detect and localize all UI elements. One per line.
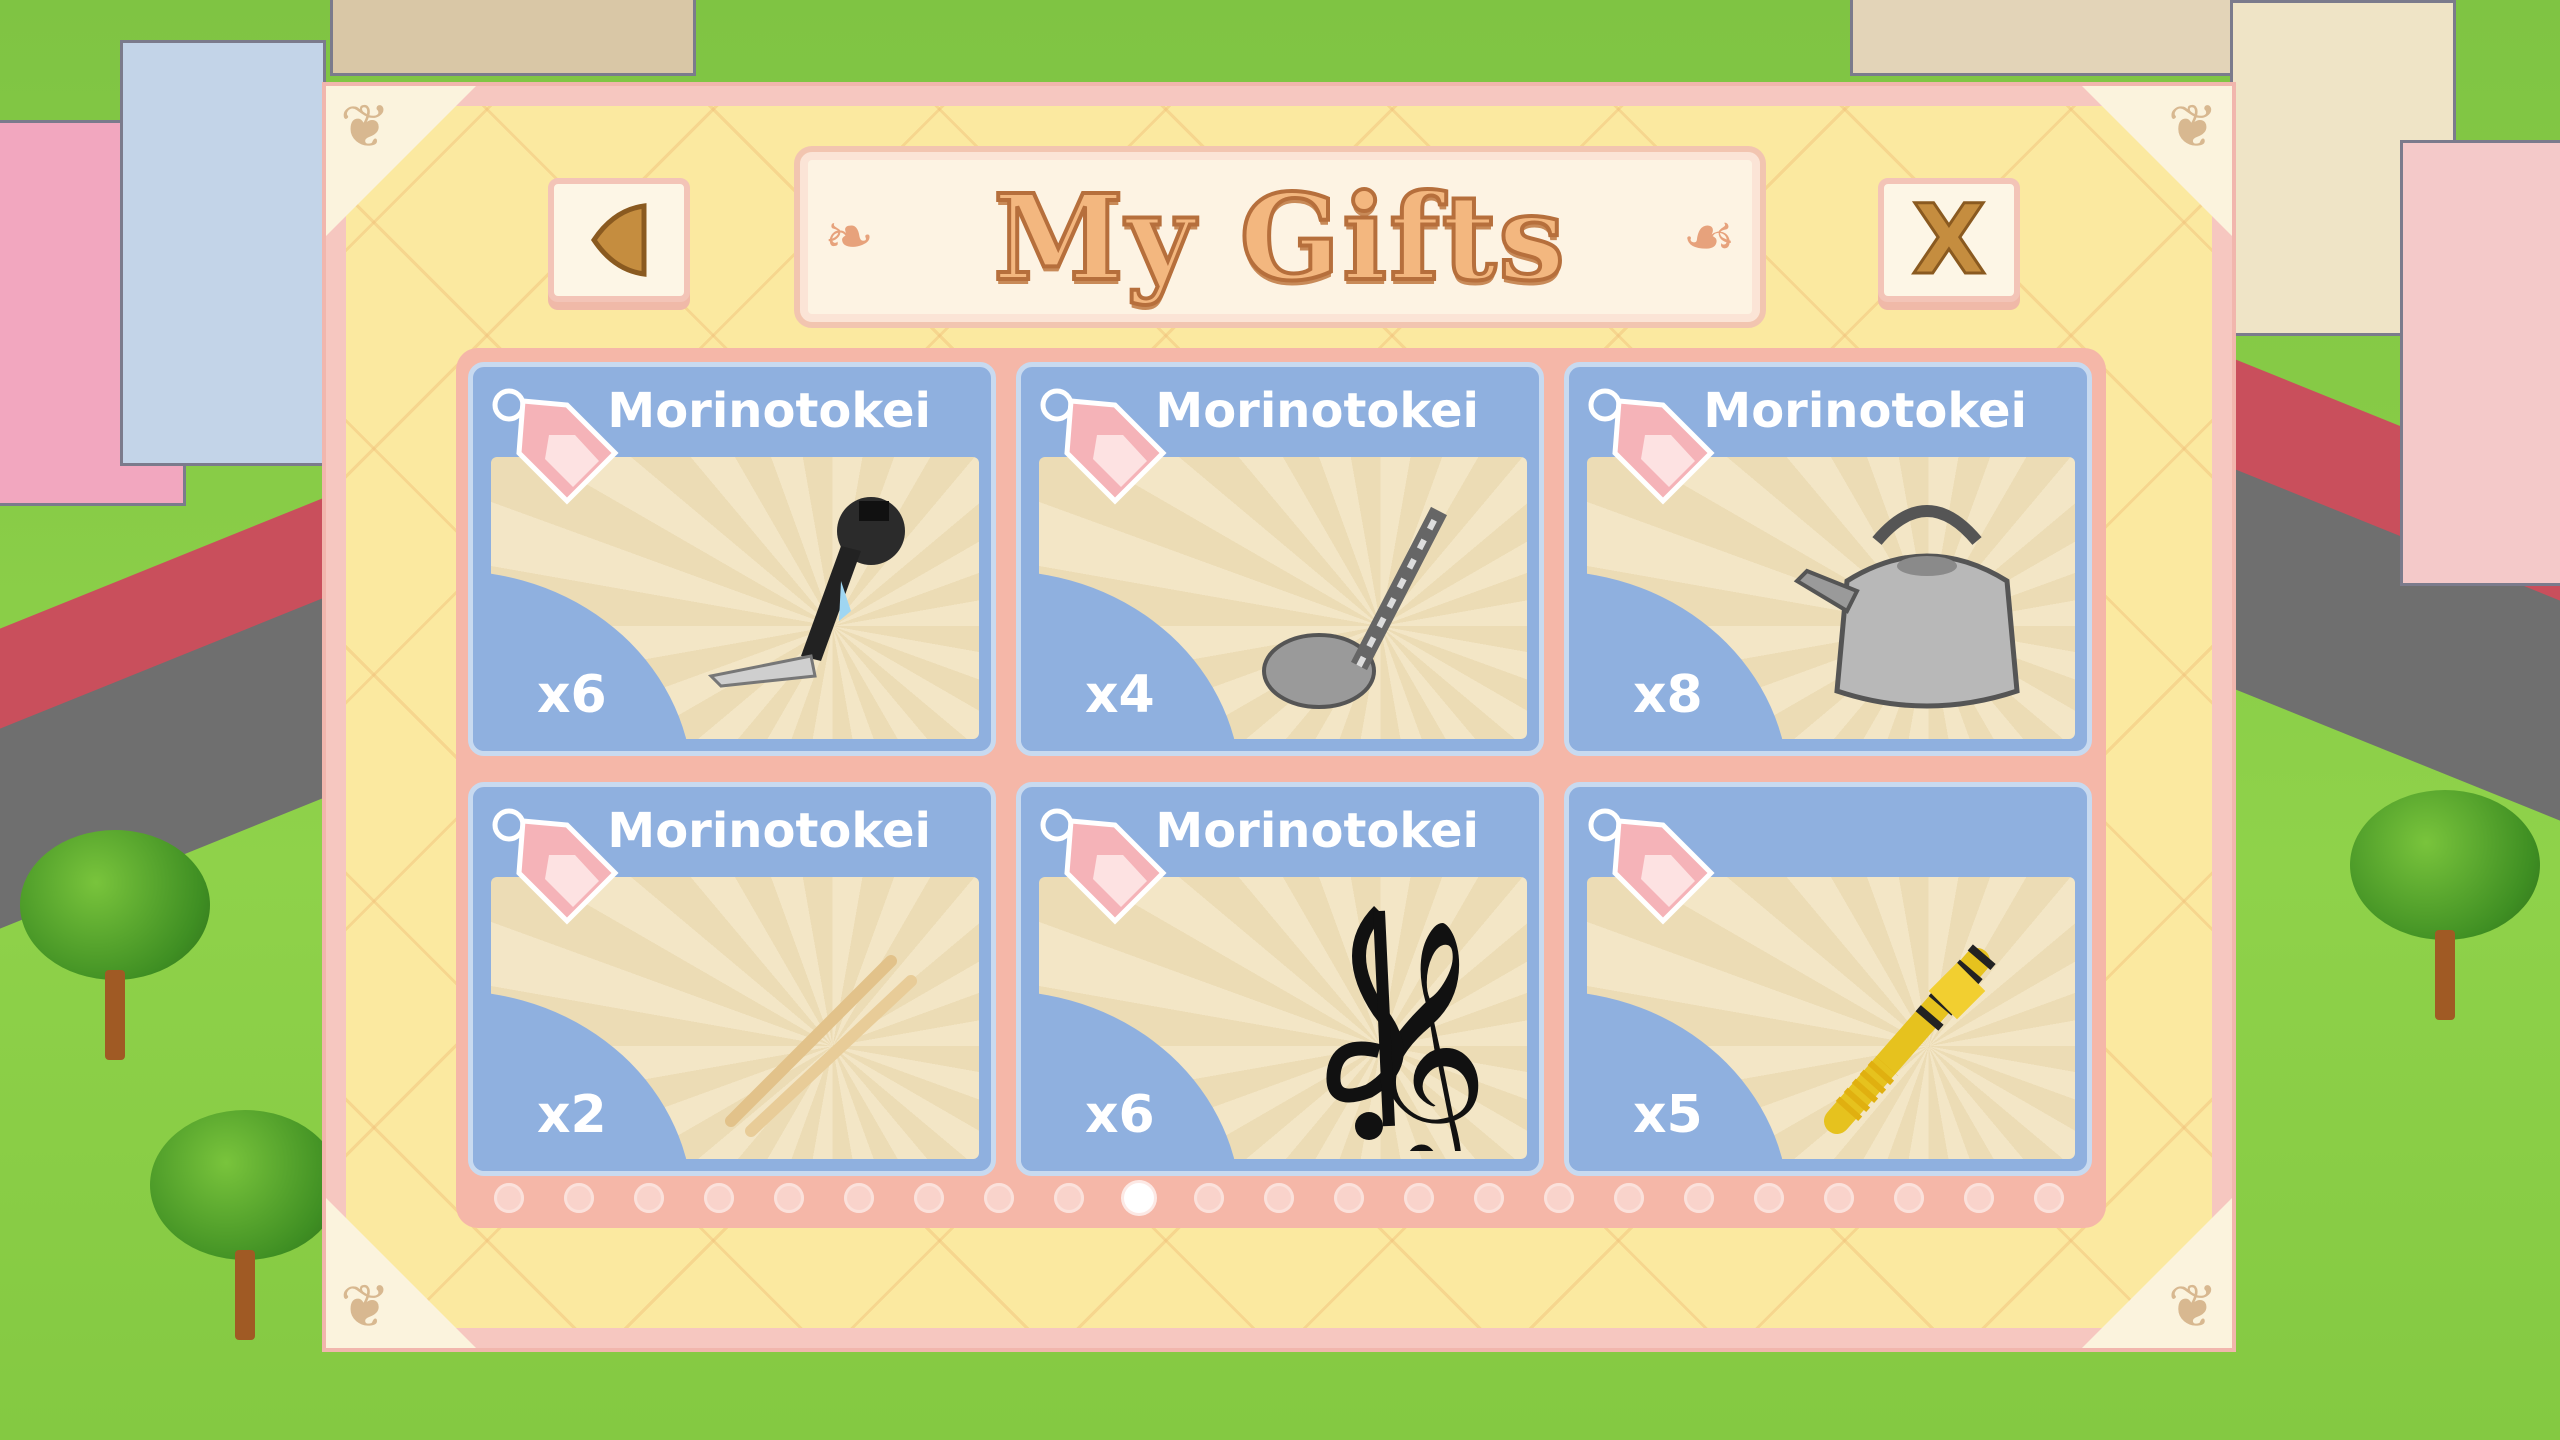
close-button[interactable]: X <box>1878 178 2020 302</box>
gift-sender: Morinotokei <box>1155 383 1479 439</box>
page-dot[interactable] <box>1054 1183 1084 1213</box>
close-icon: X <box>1910 184 1987 296</box>
page-dot[interactable] <box>1124 1183 1154 1213</box>
page-dot[interactable] <box>704 1183 734 1213</box>
page-dot[interactable] <box>1964 1183 1994 1213</box>
gift-card[interactable]: Morinotokei x8 <box>1564 362 2092 756</box>
gift-quantity: x5 <box>1633 1085 1703 1145</box>
page-dot[interactable] <box>1894 1183 1924 1213</box>
page-dot[interactable] <box>634 1183 664 1213</box>
gifts-grid: Morinotokei x6 Morinotokei x4 Morinotoke… <box>456 348 2106 1228</box>
page-dot[interactable] <box>1474 1183 1504 1213</box>
page-dot[interactable] <box>914 1183 944 1213</box>
page-dot[interactable] <box>844 1183 874 1213</box>
gift-sender: Morinotokei <box>1155 803 1479 859</box>
page-dot[interactable] <box>1544 1183 1574 1213</box>
page-dot[interactable] <box>1754 1183 1784 1213</box>
gift-card[interactable]: Morinotokei x2 <box>468 782 996 1176</box>
page-dot[interactable] <box>1194 1183 1224 1213</box>
title-plate: ❧ My Gifts ☙ <box>794 146 1766 328</box>
flourish-icon: ☙ <box>1682 202 1736 272</box>
hand-crank-icon <box>707 497 905 688</box>
building-left-blue <box>120 40 326 466</box>
page-dot[interactable] <box>1824 1183 1854 1213</box>
gift-quantity: x6 <box>1085 1085 1155 1145</box>
gift-card[interactable]: Morinotokei x4 <box>1016 362 1544 756</box>
page-indicator <box>326 1178 2232 1218</box>
gift-quantity: x4 <box>1085 665 1155 725</box>
triangle-left-icon <box>590 203 647 277</box>
page-dot[interactable] <box>1684 1183 1714 1213</box>
page-dot[interactable] <box>1334 1183 1364 1213</box>
my-gifts-dialog: ❦ ❦ ❦ ❦ ❧ My Gifts ☙ X Morinotokei x6 Mo… <box>322 82 2236 1352</box>
building-right-pink <box>2400 140 2560 586</box>
back-button[interactable] <box>548 178 690 302</box>
gift-card[interactable]: x5 <box>1564 782 2092 1176</box>
page-dot[interactable] <box>2034 1183 2064 1213</box>
dialog-title: My Gifts <box>991 166 1567 309</box>
gift-card[interactable]: Morinotokei x6 <box>468 362 996 756</box>
gift-tag-icon <box>1588 808 1715 925</box>
gift-sender: Morinotokei <box>607 383 931 439</box>
page-dot[interactable] <box>494 1183 524 1213</box>
page-dot[interactable] <box>1614 1183 1644 1213</box>
page-dot[interactable] <box>1264 1183 1294 1213</box>
page-dot[interactable] <box>774 1183 804 1213</box>
gift-card[interactable]: Morinotokei 𝄞 x6 <box>1016 782 1544 1176</box>
flourish-icon: ❧ <box>824 202 875 272</box>
music-note-spring-icon <box>1262 506 1447 709</box>
building-top-left <box>330 0 696 76</box>
page-dot[interactable] <box>1404 1183 1434 1213</box>
building-top-right <box>1850 0 2256 76</box>
page-dot[interactable] <box>984 1183 1014 1213</box>
kettle-icon <box>1793 505 2020 709</box>
gift-sender: Morinotokei <box>1703 383 2027 439</box>
treble-clef-icon: 𝄞 <box>1326 906 1489 1151</box>
gift-sender: Morinotokei <box>607 803 931 859</box>
gift-quantity: x8 <box>1633 665 1703 725</box>
gift-quantity: x2 <box>537 1085 607 1145</box>
page-dot[interactable] <box>564 1183 594 1213</box>
gift-quantity: x6 <box>537 665 607 725</box>
gold-screw-icon <box>1824 941 1999 1134</box>
drumsticks-icon <box>725 955 917 1137</box>
